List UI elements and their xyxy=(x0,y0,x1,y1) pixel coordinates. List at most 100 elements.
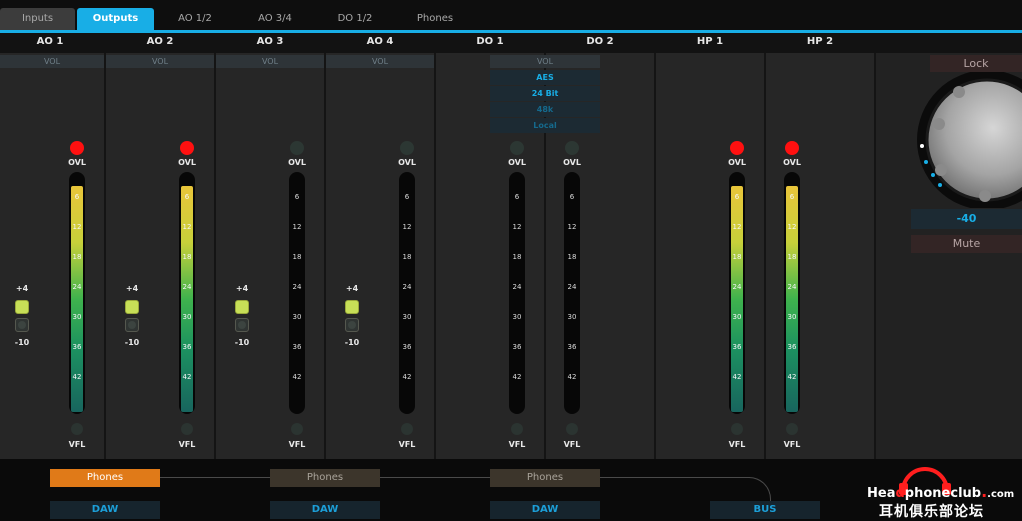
vfl-label-hp1: VFL xyxy=(728,440,746,449)
ovl-led-hp2 xyxy=(785,141,799,155)
source-button-daw-1[interactable]: DAW xyxy=(50,501,160,519)
vol-control-ao3[interactable]: VOL xyxy=(216,55,324,68)
meter-tick: 6 xyxy=(514,193,520,201)
ovl-label-ao4: OVL xyxy=(398,158,416,167)
source-button-bus[interactable]: BUS xyxy=(710,501,820,519)
phones-route-button-3[interactable]: Phones xyxy=(490,469,600,487)
trim-minus10-label-ao3: -10 xyxy=(234,338,250,347)
digital-clock-source[interactable]: Local xyxy=(490,118,600,133)
meter-tick: 24 xyxy=(292,283,302,291)
vfl-label-hp2: VFL xyxy=(783,440,801,449)
meter-tick: 6 xyxy=(404,193,410,201)
source-button-daw-3[interactable]: DAW xyxy=(490,501,600,519)
ovl-label-do1: OVL xyxy=(508,158,526,167)
meter-tick: 18 xyxy=(787,253,797,261)
vfl-led-ao1 xyxy=(71,423,83,435)
meter-tick: 12 xyxy=(732,223,742,231)
trim-plus4-button-ao1[interactable] xyxy=(15,300,29,314)
meter-tick: 42 xyxy=(182,373,192,381)
vfl-led-hp1 xyxy=(731,423,743,435)
trim-minus10-label-ao1: -10 xyxy=(14,338,30,347)
watermark-cn: 耳机俱乐部论坛 xyxy=(879,504,984,520)
vfl-label-ao1: VFL xyxy=(68,440,86,449)
tab-ao-3-4[interactable]: AO 3/4 xyxy=(243,8,307,30)
trim-minus10-button-ao2[interactable] xyxy=(125,318,139,332)
vol-control-ao1[interactable]: VOL xyxy=(0,55,104,68)
meter-tick: 30 xyxy=(402,313,412,321)
meter-tick: 30 xyxy=(567,313,577,321)
phones-route-button-1[interactable]: Phones xyxy=(50,469,160,487)
meter-tick: 6 xyxy=(74,193,80,201)
meter-tick: 42 xyxy=(732,373,742,381)
vol-control-ao4[interactable]: VOL xyxy=(326,55,434,68)
meter-tick: 24 xyxy=(512,283,522,291)
digital-sample-rate[interactable]: 48k xyxy=(490,102,600,117)
ovl-led-do1 xyxy=(510,141,524,155)
tab-phones[interactable]: Phones xyxy=(403,8,467,30)
meter-tick: 6 xyxy=(789,193,795,201)
meter-tick: 18 xyxy=(402,253,412,261)
digital-bit-depth[interactable]: 24 Bit xyxy=(490,86,600,101)
meter-tick: 36 xyxy=(292,343,302,351)
meter-tick: 42 xyxy=(292,373,302,381)
meter-tick: 36 xyxy=(567,343,577,351)
vol-control-digital[interactable]: VOL xyxy=(490,55,600,68)
trim-dot xyxy=(238,321,246,329)
meter-tick: 30 xyxy=(732,313,742,321)
meter-tick: 30 xyxy=(512,313,522,321)
volume-knob[interactable] xyxy=(915,72,1022,208)
channel-title-ao1: AO 1 xyxy=(36,36,64,47)
trim-plus4-button-ao2[interactable] xyxy=(125,300,139,314)
trim-plus4-button-ao4[interactable] xyxy=(345,300,359,314)
vol-control-ao2[interactable]: VOL xyxy=(106,55,214,68)
monitor-volume-value[interactable]: -40 xyxy=(911,209,1022,229)
source-button-daw-2[interactable]: DAW xyxy=(270,501,380,519)
tab-outputs[interactable]: Outputs xyxy=(77,8,154,30)
trim-minus10-button-ao4[interactable] xyxy=(345,318,359,332)
digital-format[interactable]: AES xyxy=(490,70,600,85)
watermark-site-tld: .com xyxy=(987,489,1015,500)
trim-plus4-label-ao1: +4 xyxy=(15,284,29,293)
vfl-led-do1 xyxy=(511,423,523,435)
trim-dot xyxy=(348,321,356,329)
tab-inputs[interactable]: Inputs xyxy=(0,8,75,30)
ovl-label-do2: OVL xyxy=(563,158,581,167)
meter-tick: 12 xyxy=(182,223,192,231)
lock-button[interactable]: Lock xyxy=(930,55,1022,72)
meter-tick: 24 xyxy=(182,283,192,291)
ovl-led-ao3 xyxy=(290,141,304,155)
vfl-led-ao4 xyxy=(401,423,413,435)
watermark-site-suffix: phoneclub xyxy=(904,486,982,501)
vfl-led-hp2 xyxy=(786,423,798,435)
ovl-led-ao4 xyxy=(400,141,414,155)
trim-dot xyxy=(18,321,26,329)
meter-tick: 30 xyxy=(292,313,302,321)
vfl-label-do2: VFL xyxy=(563,440,581,449)
watermark-logo: Headphoneclub..com 耳机俱乐部论坛 xyxy=(865,457,1022,521)
trim-plus4-label-ao3: +4 xyxy=(235,284,249,293)
channel-strip-ao4 xyxy=(326,53,434,459)
knob-icon xyxy=(917,72,1022,208)
meter-tick: 42 xyxy=(787,373,797,381)
trim-minus10-button-ao3[interactable] xyxy=(235,318,249,332)
phones-route-button-2[interactable]: Phones xyxy=(270,469,380,487)
meter-tick: 24 xyxy=(567,283,577,291)
meter-tick: 30 xyxy=(182,313,192,321)
meter-tick: 24 xyxy=(732,283,742,291)
trim-plus4-button-ao3[interactable] xyxy=(235,300,249,314)
meter-tick: 36 xyxy=(182,343,192,351)
mute-button[interactable]: Mute xyxy=(911,235,1022,253)
watermark-d-glyph: d xyxy=(895,486,905,501)
ovl-led-ao1 xyxy=(70,141,84,155)
channel-title-do2: DO 2 xyxy=(586,36,614,47)
tab-do-1-2[interactable]: DO 1/2 xyxy=(323,8,387,30)
meter-tick: 42 xyxy=(512,373,522,381)
meter-tick: 42 xyxy=(72,373,82,381)
trim-minus10-button-ao1[interactable] xyxy=(15,318,29,332)
vfl-label-ao4: VFL xyxy=(398,440,416,449)
meter-tick: 36 xyxy=(402,343,412,351)
tab-ao-1-2[interactable]: AO 1/2 xyxy=(163,8,227,30)
meter-tick: 18 xyxy=(567,253,577,261)
watermark-site-prefix: Hea xyxy=(867,486,896,501)
meter-tick: 30 xyxy=(72,313,82,321)
